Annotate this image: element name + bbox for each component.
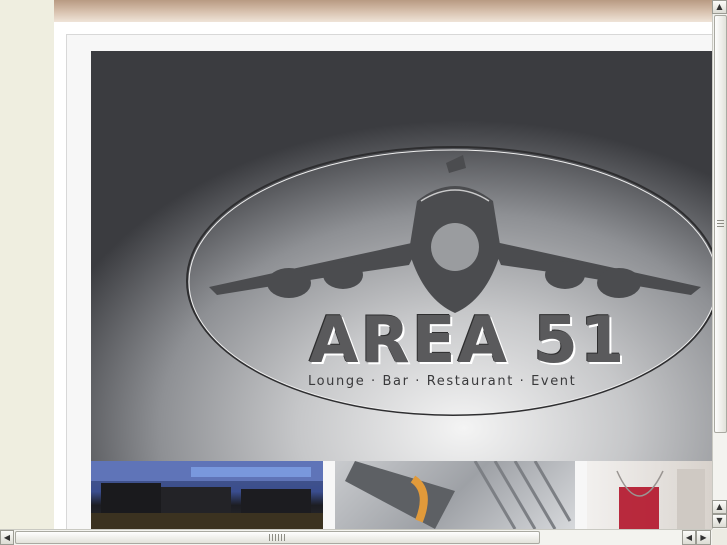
- brand-title: AREA 51: [309, 304, 627, 378]
- scroll-right-button[interactable]: ▶: [696, 530, 711, 545]
- chevron-right-icon: ▶: [700, 532, 707, 542]
- grip-icon: [269, 534, 286, 541]
- chevron-up-icon: ▲: [716, 502, 723, 511]
- hero-banner: AREA 51 Lounge · Bar · Restaurant · Even…: [91, 51, 712, 461]
- vertical-scrollbar[interactable]: ▲ ▲ ▼: [712, 0, 727, 529]
- chevron-left-icon: ◀: [685, 532, 693, 542]
- browser-viewport: AREA 51 Lounge · Bar · Restaurant · Even…: [0, 0, 727, 545]
- scroll-left-button-right[interactable]: ◀: [682, 530, 696, 545]
- wine-glass-photo[interactable]: [587, 461, 712, 529]
- jet-engine-photo[interactable]: [335, 461, 575, 529]
- logo-graphic: [186, 146, 712, 416]
- lounge-photo[interactable]: [91, 461, 323, 529]
- scroll-up-button-lower[interactable]: ▲: [712, 500, 727, 514]
- scroll-left-button[interactable]: ◀: [0, 530, 14, 545]
- left-sidebar: [0, 0, 54, 529]
- chevron-left-icon: ◀: [3, 532, 11, 542]
- horizontal-scroll-thumb[interactable]: [15, 531, 540, 544]
- vertical-scroll-thumb[interactable]: [714, 15, 727, 433]
- top-banner-bar: [54, 0, 712, 22]
- scroll-up-button[interactable]: ▲: [712, 0, 727, 14]
- grip-icon: [717, 219, 724, 229]
- chevron-up-icon: ▲: [716, 2, 723, 11]
- scrollbar-corner: [712, 529, 727, 545]
- brand-tagline: Lounge · Bar · Restaurant · Event: [308, 374, 577, 389]
- scroll-down-button[interactable]: ▼: [712, 514, 727, 528]
- chevron-down-icon: ▼: [716, 516, 723, 525]
- horizontal-scrollbar[interactable]: ◀ ◀ ▶: [0, 529, 712, 545]
